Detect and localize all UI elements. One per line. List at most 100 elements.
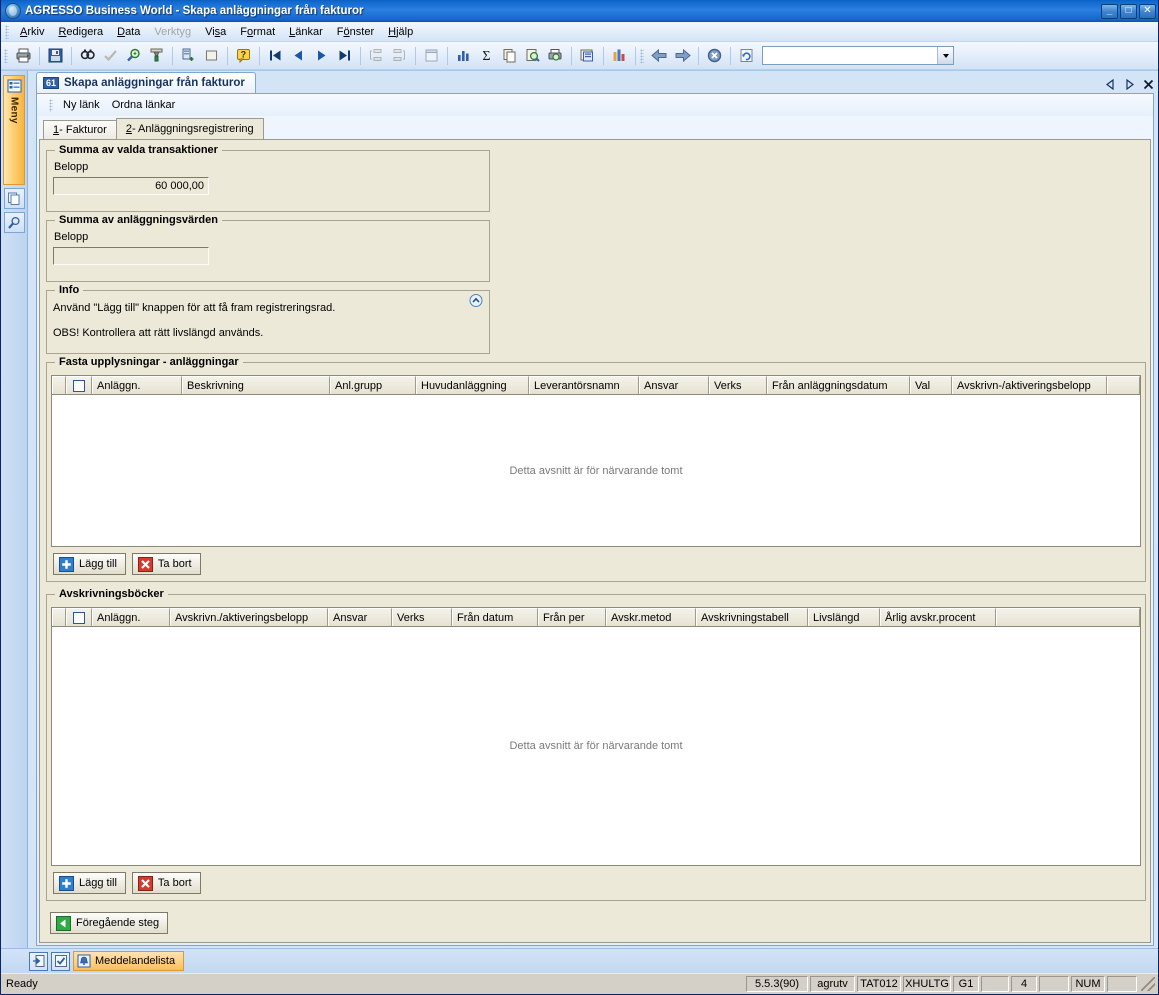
resize-grip-icon[interactable]: [1141, 977, 1155, 991]
grid-assets-body[interactable]: Detta avsnitt är för närvarande tomt: [52, 395, 1140, 546]
grid-assets-column-header[interactable]: Från anläggningsdatum: [767, 376, 910, 394]
grid-assets-column-header[interactable]: Avskrivn-/aktiveringsbelopp: [952, 376, 1107, 394]
print-icon[interactable]: [12, 45, 35, 67]
first-record-icon[interactable]: [264, 45, 287, 67]
grid-assets-column-header[interactable]: Anläggn.: [92, 376, 182, 394]
maximize-button[interactable]: □: [1120, 3, 1137, 19]
expand-tree-icon[interactable]: [365, 45, 388, 67]
menu-lankar[interactable]: Länkar: [282, 24, 330, 40]
menu-visa[interactable]: Visa: [198, 24, 233, 40]
window-title: AGRESSO Business World - Skapa anläggnin…: [25, 5, 364, 17]
menu-format[interactable]: Format: [233, 24, 282, 40]
tab-anlaggningsregistrering[interactable]: 2 - Anläggningsregistrering: [115, 118, 264, 139]
grid-depreciation-column-header[interactable]: Avskrivn./aktiveringsbelopp: [170, 608, 328, 626]
status-cell-blank1: [981, 976, 1009, 992]
grid-depreciation-column-header[interactable]: Avskrivningstabell: [696, 608, 808, 626]
grid-assets-column-header[interactable]: Leverantörsnamn: [529, 376, 639, 394]
checklist-icon[interactable]: [51, 951, 70, 971]
grid-depreciation-column-header[interactable]: Ansvar: [328, 608, 392, 626]
grid-depreciation-column-header[interactable]: Avskr.metod: [606, 608, 696, 626]
last-record-icon[interactable]: [333, 45, 356, 67]
chart-icon[interactable]: [452, 45, 475, 67]
document-tab[interactable]: 61 Skapa anläggningar från fakturor: [36, 72, 256, 93]
forward-icon[interactable]: [671, 45, 694, 67]
next-record-icon[interactable]: [310, 45, 333, 67]
grid-assets-select-all-checkbox[interactable]: [66, 376, 92, 394]
previous-step-button[interactable]: Föregående steg: [50, 912, 169, 934]
grid-assets-column-header[interactable]: Val: [910, 376, 952, 394]
menu-hjalp[interactable]: Hjälp: [381, 24, 420, 40]
menu-gripper[interactable]: [5, 24, 9, 39]
nav-toolbar-gripper[interactable]: [640, 48, 644, 63]
collapse-tree-icon[interactable]: [388, 45, 411, 67]
grid-depreciation-column-header[interactable]: Livslängd: [808, 608, 880, 626]
menu-data[interactable]: Data: [110, 24, 147, 40]
grid-depreciation-column-header[interactable]: Från per: [538, 608, 606, 626]
add-row-icon[interactable]: [177, 45, 200, 67]
copy-pages-icon[interactable]: [3, 188, 25, 209]
menu-redigera[interactable]: Redigera: [51, 24, 110, 40]
address-dropdown-arrow[interactable]: [937, 47, 953, 64]
depreciation-add-button[interactable]: Lägg till: [53, 872, 126, 894]
find-icon[interactable]: [76, 45, 99, 67]
doc-prev-button[interactable]: [1104, 77, 1116, 91]
depreciation-delete-button[interactable]: Ta bort: [131, 872, 201, 894]
sum-icon[interactable]: Σ: [475, 45, 498, 67]
window-icon[interactable]: [420, 45, 443, 67]
reports-icon[interactable]: [576, 45, 599, 67]
blank-icon[interactable]: [200, 45, 223, 67]
grid-depreciation-body[interactable]: Detta avsnitt är för närvarande tomt: [52, 627, 1140, 865]
preview-icon[interactable]: [521, 45, 544, 67]
filter-icon[interactable]: [145, 45, 168, 67]
grid-depreciation-column-header[interactable]: Anläggn.: [92, 608, 170, 626]
tab-fakturor[interactable]: 1 - Fakturor: [43, 120, 117, 139]
grid-assets-column-header[interactable]: Beskrivning: [182, 376, 330, 394]
new-link-button[interactable]: Ny länk: [57, 97, 106, 113]
close-button[interactable]: ✕: [1139, 3, 1156, 19]
stop-icon[interactable]: [703, 45, 726, 67]
back-icon[interactable]: [648, 45, 671, 67]
checkbox-icon[interactable]: [73, 611, 85, 624]
zoom-search-icon[interactable]: [122, 45, 145, 67]
magnifier-icon[interactable]: [3, 212, 25, 233]
status-cell-num-lock: NUM: [1071, 976, 1105, 992]
toolbar-gripper[interactable]: [4, 48, 8, 63]
save-icon[interactable]: [44, 45, 67, 67]
assets-add-button[interactable]: Lägg till: [53, 553, 126, 575]
minimize-button[interactable]: _: [1101, 3, 1118, 19]
grid-assets-column-header[interactable]: Huvudanläggning: [416, 376, 529, 394]
address-input[interactable]: [763, 47, 937, 64]
menu-fonster[interactable]: Fönster: [330, 24, 381, 40]
arrange-links-button[interactable]: Ordna länkar: [106, 97, 182, 113]
linkbar-gripper[interactable]: [49, 98, 53, 112]
doc-next-button[interactable]: [1123, 77, 1135, 91]
doc-close-button[interactable]: [1142, 77, 1154, 91]
info-line-1: Använd "Lägg till" knappen för att få fr…: [53, 302, 336, 314]
copy-icon[interactable]: [498, 45, 521, 67]
grid-assets-column-header[interactable]: Verks: [709, 376, 767, 394]
taskbar-item-meddelandelista[interactable]: Meddelandelista: [73, 951, 185, 971]
new-window-icon[interactable]: [29, 951, 48, 971]
menu-arkiv[interactable]: Arkiv: [13, 24, 51, 40]
grid-depreciation-column-header[interactable]: Årlig avskr.procent: [880, 608, 996, 626]
grid-assets-column-header[interactable]: Ansvar: [639, 376, 709, 394]
print-preview-icon[interactable]: [544, 45, 567, 67]
check-icon[interactable]: [99, 45, 122, 67]
address-combo[interactable]: [762, 46, 954, 65]
grid-assets-column-header[interactable]: Anl.grupp: [330, 376, 416, 394]
grid-assets-column-spacer: [52, 376, 66, 394]
prev-record-icon[interactable]: [287, 45, 310, 67]
grid-depreciation-column-header[interactable]: Från datum: [452, 608, 538, 626]
assets-delete-button[interactable]: Ta bort: [131, 553, 201, 575]
help-icon[interactable]: ?: [232, 45, 255, 67]
grid-depreciation-column-header[interactable]: Verks: [392, 608, 452, 626]
belopp-transaktioner-field[interactable]: 60 000,00: [53, 177, 209, 195]
document-area: 61 Skapa anläggningar från fakturor Ny l…: [28, 71, 1158, 948]
info-collapse-button[interactable]: [468, 294, 483, 307]
belopp-anlaggningsvarden-field[interactable]: [53, 247, 209, 265]
bar-chart-icon[interactable]: [608, 45, 631, 67]
checkbox-icon[interactable]: [73, 379, 85, 392]
grid-depreciation-select-all-checkbox[interactable]: [66, 608, 92, 626]
refresh-icon[interactable]: [735, 45, 758, 67]
sidebar-item-meny[interactable]: Meny: [3, 75, 25, 185]
